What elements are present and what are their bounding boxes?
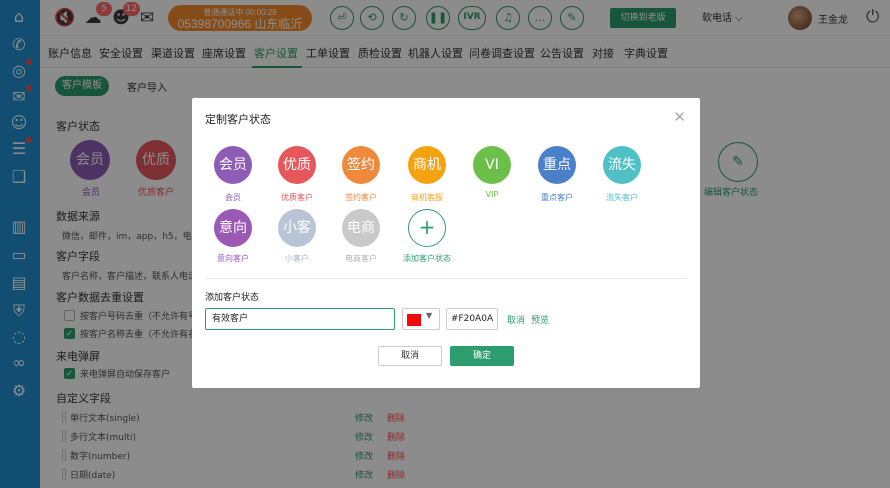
cancel-button[interactable]: 取消 (378, 346, 442, 366)
status-circle[interactable]: 签约 (342, 146, 380, 184)
status-circle[interactable]: 优质 (278, 146, 316, 184)
color-picker[interactable]: ▼ (402, 308, 440, 330)
status-circle[interactable]: 商机 (408, 146, 446, 184)
add-status-label[interactable]: 添加客户状态 (392, 253, 462, 264)
status-label: 流失客户 (606, 193, 638, 202)
custom-status-modal: 定制客户状态 ✕ 会员 会员 优质 优质客户 签约 签约客户 商机 商机客服 V… (192, 98, 700, 388)
status-circle[interactable]: 电商 (342, 209, 380, 247)
status-label: 优质客户 (281, 193, 313, 202)
divider (205, 278, 687, 279)
add-status-icon[interactable]: + (408, 209, 446, 247)
status-label: VIP (485, 190, 499, 199)
status-label: 电商客户 (345, 254, 377, 263)
status-circle[interactable]: VI (473, 146, 511, 184)
modal-title: 定制客户状态 (205, 113, 271, 126)
status-circle[interactable]: 意向 (214, 209, 252, 247)
status-label: 小客户 (285, 254, 309, 263)
status-label: 商机客服 (411, 193, 443, 202)
close-icon[interactable]: ✕ (673, 108, 686, 126)
status-circle[interactable]: 重点 (538, 146, 576, 184)
status-label: 会员 (225, 193, 241, 202)
color-hex-field[interactable]: #F20A0A (446, 308, 498, 330)
status-circle[interactable]: 小客 (278, 209, 316, 247)
status-circle[interactable]: 会员 (214, 146, 252, 184)
chevron-down-icon: ▼ (426, 311, 433, 320)
status-label: 重点客户 (541, 193, 573, 202)
add-status-title: 添加客户状态 (205, 293, 260, 303)
color-swatch (407, 314, 421, 326)
preview-link[interactable]: 预览 (531, 313, 549, 326)
confirm-button[interactable]: 确定 (450, 346, 514, 366)
status-circle[interactable]: 流失 (603, 146, 641, 184)
status-label: 签约客户 (345, 193, 377, 202)
status-label: 意向客户 (217, 254, 249, 263)
cancel-link[interactable]: 取消 (507, 313, 525, 326)
status-name-input[interactable]: 有效客户 (205, 308, 395, 330)
